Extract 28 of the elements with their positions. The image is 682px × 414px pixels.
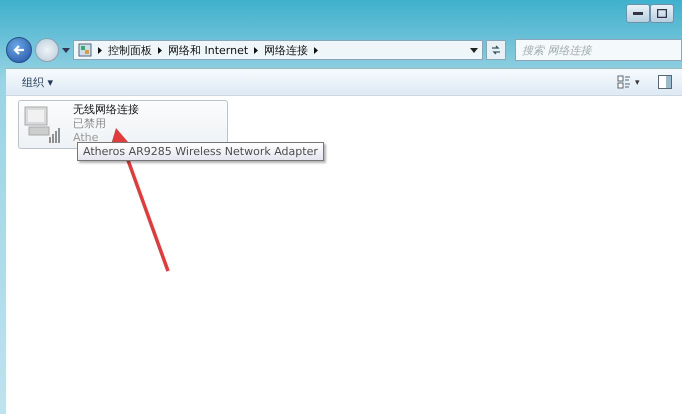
preview-pane-icon[interactable] bbox=[658, 75, 672, 89]
minimize-icon bbox=[633, 12, 643, 16]
organize-menu[interactable]: 组织 ▾ bbox=[18, 72, 58, 92]
dropdown-icon[interactable] bbox=[470, 48, 478, 52]
breadcrumb[interactable]: 网络和 Internet bbox=[168, 42, 248, 58]
connection-name: 无线网络连接 bbox=[73, 103, 139, 117]
chevron-icon[interactable] bbox=[158, 46, 162, 54]
refresh-button[interactable] bbox=[486, 40, 506, 60]
view-menu-button[interactable]: ▾ bbox=[631, 77, 644, 87]
maximize-button[interactable] bbox=[650, 4, 674, 23]
dropdown-icon[interactable] bbox=[62, 48, 70, 52]
tooltip: Atheros AR9285 Wireless Network Adapter bbox=[77, 142, 324, 161]
connection-status: 已禁用 bbox=[73, 117, 107, 131]
adapter-name: Athe bbox=[73, 131, 100, 145]
refresh-icon bbox=[490, 45, 502, 55]
chevron-icon[interactable] bbox=[314, 46, 318, 54]
view-icon[interactable] bbox=[617, 75, 631, 89]
chevron-icon[interactable] bbox=[98, 46, 102, 54]
address-bar[interactable]: 控制面板 网络和 Internet 网络连接 bbox=[73, 40, 483, 60]
maximize-icon bbox=[657, 9, 667, 18]
search-field[interactable]: 搜索 网络连接 bbox=[515, 39, 682, 61]
control-panel-icon bbox=[78, 43, 92, 57]
minimize-button[interactable] bbox=[626, 4, 650, 23]
back-button[interactable] bbox=[6, 37, 32, 63]
breadcrumb[interactable]: 网络连接 bbox=[264, 42, 308, 58]
breadcrumb[interactable]: 控制面板 bbox=[108, 42, 152, 58]
back-arrow-icon bbox=[13, 44, 25, 56]
chevron-icon[interactable] bbox=[254, 46, 258, 54]
